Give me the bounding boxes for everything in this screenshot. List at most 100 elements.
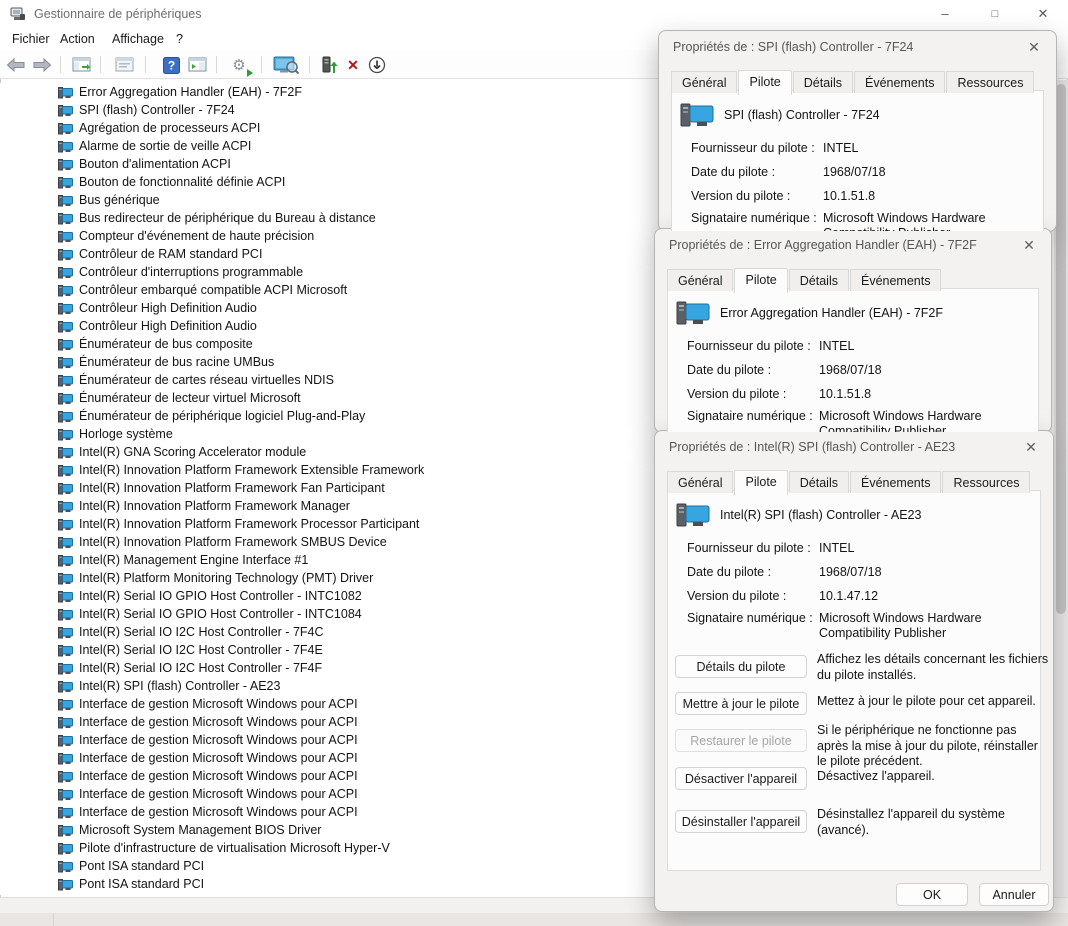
scan-hardware-changes-icon[interactable]: ⚙ (228, 54, 250, 76)
forward-icon[interactable] (31, 54, 53, 76)
system-device-icon (58, 266, 73, 279)
system-device-icon (58, 392, 73, 405)
system-device-icon (58, 410, 73, 423)
tree-item-label: Intel(R) SPI (flash) Controller - AE23 (79, 679, 280, 693)
dialog-titlebar[interactable]: Propriétés de : SPI (flash) Controller -… (659, 31, 1056, 63)
driver-details-desc: Affichez les détails concernant les fich… (817, 652, 1051, 683)
driver-tab-page: Intel(R) SPI (flash) Controller - AE23 F… (667, 490, 1041, 871)
tree-item-label: Intel(R) Platform Monitoring Technology … (79, 571, 373, 585)
tab-ressources[interactable]: Ressources (942, 471, 1030, 493)
device-name: Intel(R) SPI (flash) Controller - AE23 (720, 508, 921, 522)
search-computer-icon[interactable] (272, 54, 300, 76)
ok-button[interactable]: OK (896, 883, 968, 906)
system-device-icon (58, 212, 73, 225)
system-device-icon (58, 734, 73, 747)
system-device-icon (58, 176, 73, 189)
update-driver-button[interactable]: Mettre à jour le pilote (675, 692, 807, 715)
menu-fichier[interactable]: Fichier (8, 30, 54, 49)
system-device-icon (58, 500, 73, 513)
show-action-pane-icon[interactable] (186, 54, 208, 76)
tree-item-label: Intel(R) Innovation Platform Framework E… (79, 463, 424, 477)
update-driver-icon[interactable] (318, 54, 340, 76)
menu-action[interactable]: Action (56, 30, 99, 49)
tree-item-label: Intel(R) Innovation Platform Framework M… (79, 499, 350, 513)
main-titlebar[interactable]: Gestionnaire de périphériques – □ ✕ (0, 0, 1068, 28)
tree-item-label: Intel(R) Serial IO I2C Host Controller -… (79, 643, 323, 657)
system-device-icon (58, 626, 73, 639)
dialog-titlebar[interactable]: Propriétés de : Error Aggregation Handle… (655, 229, 1051, 261)
device-name: Error Aggregation Handler (EAH) - 7F2F (720, 306, 943, 320)
field-label: Signataire numérique : (687, 611, 813, 625)
tab-general[interactable]: Général (671, 71, 737, 93)
system-device-icon (58, 230, 73, 243)
disable-device-icon[interactable] (366, 54, 388, 76)
field-value: Microsoft Windows Hardware Compatibility… (819, 409, 1041, 433)
tree-item-label: Intel(R) Serial IO I2C Host Controller -… (79, 661, 322, 675)
tree-item-label: Horloge système (79, 427, 173, 441)
field-label: Date du pilote : (687, 363, 771, 377)
bottom-strip-divider (53, 913, 54, 926)
tab-pilote[interactable]: Pilote (734, 470, 787, 495)
tree-item-label: Intel(R) Serial IO I2C Host Controller -… (79, 625, 324, 639)
vertical-scrollbar-thumb[interactable] (1056, 84, 1066, 614)
tree-item-label: Énumérateur de lecteur virtuel Microsoft (79, 391, 301, 405)
show-console-tree-icon[interactable] (70, 54, 92, 76)
device-manager-screen: { "window": { "title": "Gestionnaire de … (0, 0, 1068, 926)
rollback-driver-desc: Si le périphérique ne fonctionne pas apr… (817, 723, 1051, 770)
maximize-button[interactable]: □ (978, 2, 1012, 26)
device-name: SPI (flash) Controller - 7F24 (724, 108, 880, 122)
tab-details[interactable]: Détails (789, 269, 849, 291)
system-device-icon (58, 104, 73, 117)
field-label: Date du pilote : (691, 165, 775, 179)
tree-item-label: Pont ISA standard PCI (79, 877, 204, 891)
system-device-icon (58, 824, 73, 837)
system-device-icon (58, 878, 73, 891)
tree-item-label: Intel(R) Innovation Platform Framework S… (79, 535, 387, 549)
tab-pilote[interactable]: Pilote (738, 70, 791, 95)
close-icon[interactable]: ✕ (1022, 438, 1040, 456)
tree-item-label: Énumérateur de cartes réseau virtuelles … (79, 373, 334, 387)
tab-evenements[interactable]: Événements (850, 269, 941, 291)
close-icon[interactable]: ✕ (1020, 236, 1038, 254)
tab-ressources[interactable]: Ressources (946, 71, 1034, 93)
dialog-spi-7f24: Propriétés de : SPI (flash) Controller -… (658, 30, 1057, 232)
dialog-titlebar[interactable]: Propriétés de : Intel(R) SPI (flash) Con… (655, 431, 1053, 463)
tree-item-label: Contrôleur High Definition Audio (79, 301, 257, 315)
field-label: Fournisseur du pilote : (687, 541, 811, 555)
field-value: 10.1.51.8 (823, 189, 1045, 204)
system-device-icon (58, 356, 73, 369)
system-device-icon (58, 860, 73, 873)
system-device-icon (58, 428, 73, 441)
field-value: INTEL (819, 339, 1041, 354)
close-icon[interactable]: ✕ (1025, 38, 1043, 56)
tab-details[interactable]: Détails (793, 71, 853, 93)
minimize-button[interactable]: – (928, 2, 962, 26)
menu-aide[interactable]: ? (172, 30, 187, 49)
driver-tab-page: Error Aggregation Handler (EAH) - 7F2F F… (667, 288, 1039, 433)
tree-item-label: Microsoft System Management BIOS Driver (79, 823, 321, 837)
tab-pilote[interactable]: Pilote (734, 268, 787, 293)
system-device-icon (58, 518, 73, 531)
uninstall-device-icon[interactable]: ✕ (342, 54, 364, 76)
system-device-icon (58, 446, 73, 459)
menu-affichage[interactable]: Affichage (108, 30, 168, 49)
system-device-icon (58, 752, 73, 765)
system-device-icon (58, 482, 73, 495)
tab-evenements[interactable]: Événements (854, 71, 945, 93)
tab-details[interactable]: Détails (789, 471, 849, 493)
help-icon[interactable]: ? (160, 54, 182, 76)
window-title: Gestionnaire de périphériques (34, 7, 201, 21)
disable-device-button[interactable]: Désactiver l'appareil (675, 767, 807, 790)
close-button[interactable]: ✕ (1026, 2, 1060, 26)
driver-tab-page: SPI (flash) Controller - 7F24 Fournisseu… (671, 90, 1044, 232)
back-icon[interactable] (5, 54, 27, 76)
tab-evenements[interactable]: Événements (850, 471, 941, 493)
system-device-icon (58, 320, 73, 333)
driver-details-button[interactable]: Détails du pilote (675, 655, 807, 678)
tree-item-label: Interface de gestion Microsoft Windows p… (79, 751, 358, 765)
cancel-button[interactable]: Annuler (979, 883, 1049, 906)
properties-icon[interactable] (113, 54, 135, 76)
uninstall-device-button[interactable]: Désinstaller l'appareil (675, 810, 807, 833)
tab-general[interactable]: Général (667, 269, 733, 291)
tab-general[interactable]: Général (667, 471, 733, 493)
